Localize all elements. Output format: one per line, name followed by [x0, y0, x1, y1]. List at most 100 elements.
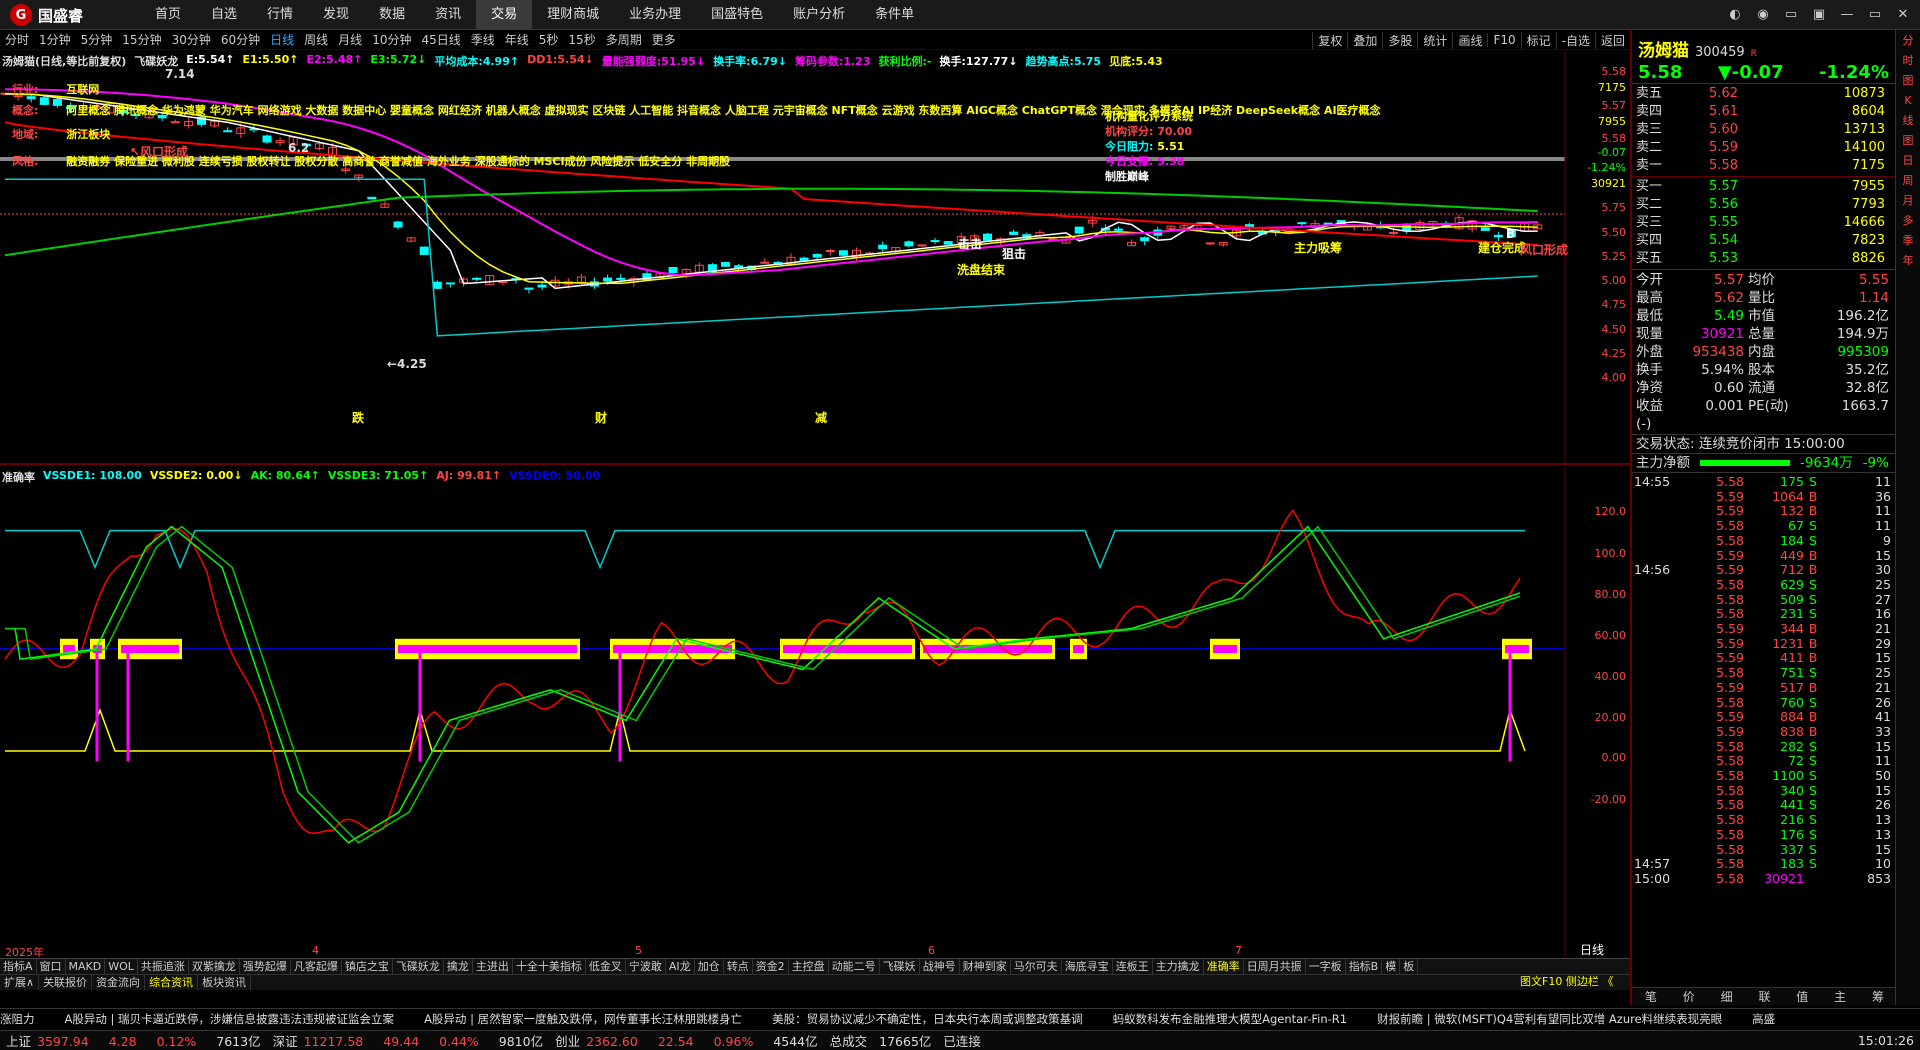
indicator-tab[interactable]: 强势起爆 [240, 959, 291, 974]
news-item[interactable]: A股异动 | 瑞贝卡逼近跌停，涉嫌信息披露违法违规被证监会立案 [65, 1011, 395, 1027]
indicator-tab[interactable]: MAKD [66, 959, 106, 974]
chart-tool-button[interactable]: 标记 [1520, 31, 1556, 49]
period-tab[interactable]: 更多 [647, 31, 681, 48]
indicator-tab[interactable]: 双紫擒龙 [189, 959, 240, 974]
layout-icon[interactable]: ▭ [1780, 4, 1802, 26]
index-quote[interactable]: 深证 11217.58 49.44 0.44% 9810亿 [267, 1031, 550, 1050]
side-tool[interactable]: 线 [1900, 114, 1916, 130]
period-tab[interactable]: 30分钟 [167, 31, 216, 48]
news-item[interactable]: 蚂蚁数科发布金融推理大模型Agentar-Fin-R1 [1113, 1011, 1347, 1027]
indicator-tab[interactable]: 海底寻宝 [1062, 959, 1113, 974]
chart-tool-button[interactable]: F10 [1487, 33, 1520, 47]
period-tab[interactable]: 15分钟 [117, 31, 166, 48]
indicator-tab[interactable]: AI龙 [666, 959, 695, 974]
side-tool[interactable]: 季 [1900, 234, 1916, 250]
period-tab[interactable]: 月线 [333, 31, 367, 48]
side-tool[interactable]: 分 [1900, 34, 1916, 50]
period-tab[interactable]: 周线 [299, 31, 333, 48]
indicator-tab[interactable]: 准确率 [1204, 959, 1244, 974]
period-tab[interactable]: 1分钟 [34, 31, 76, 48]
chart-pane[interactable]: 汤姆猫(日线,等比前复权) 飞碟妖龙 E:5.54↑ E1:5.50↑ E2:5.48↑… [0, 51, 1630, 959]
indicator-tab[interactable]: 主力擒龙 [1153, 959, 1204, 974]
price-panel[interactable]: 汤姆猫(日线,等比前复权) 飞碟妖龙 E:5.54↑ E1:5.50↑ E2:5.48↑… [0, 51, 1630, 465]
menu-item[interactable]: 交易 [476, 0, 533, 30]
menu-item[interactable]: 首页 [140, 0, 196, 30]
indicator-tab[interactable]: 窗口 [37, 959, 66, 974]
index-quote[interactable]: 上证 3597.94 4.28 0.12% 7613亿 [0, 1031, 267, 1050]
indicator-tab[interactable]: 主进出 [473, 959, 513, 974]
menu-item[interactable]: 理财商城 [532, 0, 614, 30]
indicator-tab[interactable]: 板 [1400, 959, 1419, 974]
sub-tab[interactable]: 综合资讯 [145, 975, 199, 990]
close-icon[interactable]: ✕ [1892, 4, 1914, 26]
index-quote[interactable]: 创业 2362.60 22.54 0.96% 4544亿 [549, 1031, 824, 1050]
indicator-tab[interactable]: 擒龙 [444, 959, 473, 974]
chart-tool-button[interactable]: 返回 [1594, 31, 1630, 49]
news-item[interactable]: 美股：贸易协议减少不确定性，日本央行本周或调整政策基调 [772, 1011, 1083, 1027]
period-tab[interactable]: 5分钟 [76, 31, 118, 48]
quote-tab[interactable]: 细 [1721, 988, 1733, 1005]
sub-tab[interactable]: 资金流向 [92, 975, 146, 990]
indicator-chart-svg[interactable] [0, 467, 1630, 958]
indicator-tab[interactable]: 十全十美指标 [513, 959, 586, 974]
side-tool[interactable]: K [1900, 94, 1916, 110]
period-tab[interactable]: 多周期 [601, 31, 647, 48]
indicator-tab[interactable]: 低金叉 [586, 959, 626, 974]
news-item[interactable]: 高盛 [1752, 1011, 1775, 1027]
menu-item[interactable]: 账户分析 [778, 0, 860, 30]
menu-item[interactable]: 行情 [252, 0, 308, 30]
skin-icon[interactable]: ▣ [1808, 4, 1830, 26]
indicator-tab[interactable]: 镇店之宝 [342, 959, 393, 974]
period-tab[interactable]: 分时 [0, 31, 34, 48]
menu-item[interactable]: 发现 [308, 0, 364, 30]
chart-tool-button[interactable]: 叠加 [1347, 31, 1382, 49]
menu-item[interactable]: 数据 [364, 0, 420, 30]
indicator-tab[interactable]: 转点 [724, 959, 753, 974]
indicator-tab[interactable]: 共振追涨 [138, 959, 189, 974]
chart-tool-button[interactable]: -自选 [1555, 31, 1595, 49]
news-item[interactable]: A股异动 | 居然智家一度触及跌停，网传董事长汪林朋跳楼身亡 [424, 1011, 742, 1027]
indicator-tab[interactable]: 动能二号 [829, 959, 880, 974]
indicator-tab[interactable]: 马尔可夫 [1011, 959, 1062, 974]
indicator-tab[interactable]: 指标B [1346, 959, 1383, 974]
quote-tab[interactable]: 主 [1834, 988, 1846, 1005]
menu-item[interactable]: 自选 [196, 0, 252, 30]
maximize-icon[interactable]: ▭ [1864, 4, 1886, 26]
chart-tool-button[interactable]: 复权 [1312, 31, 1347, 49]
indicator-tab[interactable]: 飞碟妖 [880, 959, 920, 974]
side-tool[interactable]: 多 [1900, 214, 1916, 230]
menu-item[interactable]: 资讯 [420, 0, 476, 30]
period-tab[interactable]: 60分钟 [216, 31, 265, 48]
quote-tab[interactable]: 联 [1758, 988, 1770, 1005]
menu-item[interactable]: 条件单 [860, 0, 929, 30]
quote-tab[interactable]: 笔 [1645, 988, 1657, 1005]
menu-item[interactable]: 国盛特色 [696, 0, 778, 30]
side-tool[interactable]: 周 [1900, 174, 1916, 190]
quote-tab[interactable]: 筹 [1872, 988, 1884, 1005]
f10-sidebar-link[interactable]: 图文F10 侧边栏 《 [1520, 974, 1613, 990]
period-tab[interactable]: 5秒 [534, 31, 564, 48]
chart-tool-button[interactable]: 多股 [1382, 31, 1417, 49]
period-tab[interactable]: 季线 [466, 31, 500, 48]
indicator-tab[interactable]: 宁波敢 [626, 959, 666, 974]
indicator-tab[interactable]: 飞碟妖龙 [393, 959, 444, 974]
indicator-panel[interactable]: 准确率 VSSDE1: 108.00 VSSDE2: 0.00↓ AK: 80.64↑… [0, 467, 1630, 959]
sub-tab[interactable]: 板块资讯 [198, 975, 252, 990]
indicator-tab[interactable]: 连板王 [1113, 959, 1153, 974]
minimize-icon[interactable]: — [1836, 4, 1858, 26]
sub-tab[interactable]: 扩展∧ [0, 975, 40, 990]
menu-item[interactable]: 业务办理 [614, 0, 696, 30]
news-item[interactable]: 涨阻力 [0, 1011, 35, 1027]
quote-tab[interactable]: 值 [1796, 988, 1808, 1005]
indicator-tab[interactable]: 凡客起爆 [291, 959, 342, 974]
side-tool[interactable]: 日 [1900, 154, 1916, 170]
period-tab[interactable]: 10分钟 [367, 31, 416, 48]
period-tab[interactable]: 日线 [265, 31, 299, 48]
indicator-tab[interactable]: 日周月共振 [1244, 959, 1306, 974]
side-tool[interactable]: 年 [1900, 254, 1916, 270]
side-tool[interactable]: 图 [1900, 74, 1916, 90]
chart-tool-button[interactable]: 画线 [1452, 31, 1487, 49]
period-tab[interactable]: 15秒 [563, 31, 600, 48]
tick-list[interactable]: 14:55 5.58 175 S 11 5.59 1064 B 36 5.59 132 B 11 5.58… [1632, 473, 1895, 887]
indicator-tab[interactable]: 加仓 [695, 959, 724, 974]
